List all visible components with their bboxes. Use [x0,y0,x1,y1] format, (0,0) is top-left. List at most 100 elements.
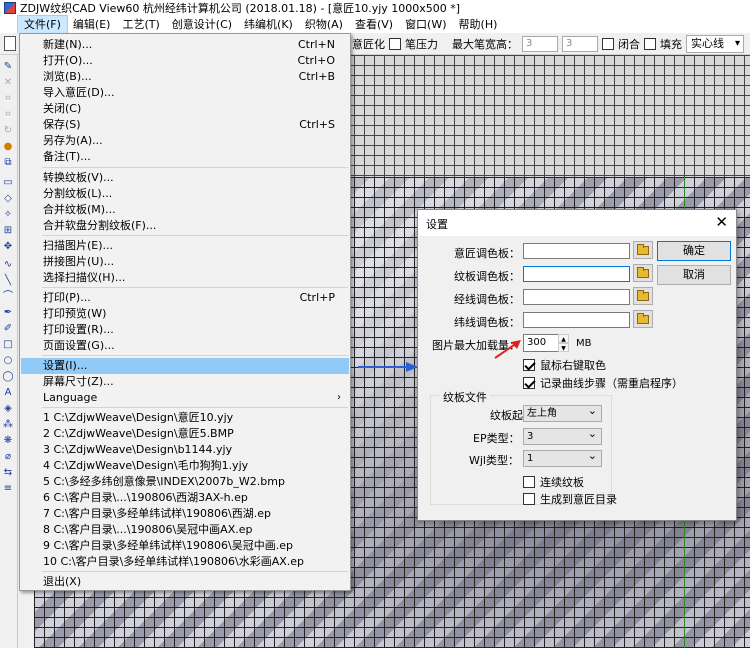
file-menu-item[interactable]: 2 C:\ZdjwWeave\Design\意匠5.BMP [21,426,349,442]
close-shape-checkbox[interactable] [602,38,614,50]
menu-help[interactable]: 帮助(H) [453,16,504,33]
ok-button[interactable]: 确定 [657,241,731,261]
close-icon[interactable]: ✕ [715,213,728,231]
color-tool-icon[interactable]: ● [2,141,14,153]
file-menu-item[interactable]: 屏幕尺寸(Z)... [21,374,349,390]
rectangle-tool-icon[interactable]: □ [2,339,14,351]
file-menu-item[interactable]: 扫描图片(E)... [21,238,349,254]
move-tool-icon[interactable]: ✥ [2,241,14,253]
line-style-select[interactable]: 实心线 [686,35,744,53]
file-menu-item[interactable]: 新建(N)... Ctrl+N [21,37,349,53]
spray-tool-icon[interactable]: ⁂ [2,419,14,431]
card-origin-select[interactable]: 左上角 [523,403,602,422]
pattern-tool-icon[interactable]: ❋ [2,435,14,447]
file-menu-item[interactable]: 1 C:\ZdjwWeave\Design\意匠10.yjy [21,410,349,426]
spin-up-icon[interactable]: ▲ [558,334,569,343]
record-curve-checkbox[interactable] [523,377,535,389]
text-tool-icon[interactable]: A [2,387,14,399]
circle-tool-icon[interactable]: ○ [2,355,14,367]
curve-tool-icon[interactable]: ∿ [2,259,14,271]
brush-tool-icon[interactable]: ✐ [2,323,14,335]
generate-to-dir-checkbox[interactable] [523,493,535,505]
file-menu-item[interactable]: 5 C:\多经多纬创意像景\INDEX\2007b_W2.bmp [21,474,349,490]
record-curve-row[interactable]: 记录曲线步骤（需重启程序） [523,375,683,391]
new-document-icon[interactable] [4,36,16,51]
file-menu-item[interactable]: 10 C:\客户目录\多经单纬试样\190806\水彩画AX.ep [21,554,349,570]
magic-wand-icon[interactable]: ✧ [2,209,14,221]
design-palette-browse-button[interactable] [633,241,653,259]
menu-window[interactable]: 窗口(W) [399,16,452,33]
cancel-button[interactable]: 取消 [657,265,731,285]
file-menu-item[interactable]: 打印设置(R)... [21,322,349,338]
spin-down-icon[interactable]: ▼ [558,343,569,352]
file-menu-item[interactable]: 设置(I)... [21,358,349,374]
menu-craft[interactable]: 工艺(T) [116,16,165,33]
menu-file[interactable]: 文件(F) [17,15,68,34]
fill-checkbox[interactable] [644,38,656,50]
card-palette-field[interactable] [523,266,630,282]
file-menu-item[interactable]: 9 C:\客户目录\多经单纬试样\190806\吴冠中画.ep [21,538,349,554]
menu-view[interactable]: 查看(V) [349,16,399,33]
file-menu-item[interactable]: 3 C:\ZdjwWeave\Design\b1144.yjy [21,442,349,458]
lasso-tool-icon[interactable]: ◇ [2,193,14,205]
weft-palette-field[interactable] [523,312,630,328]
file-menu-item[interactable]: 拼接图片(U)... [21,254,349,270]
width-spinner[interactable]: 3 [522,36,558,52]
select-rect-icon[interactable]: ▭ [2,177,14,189]
generate-to-dir-row[interactable]: 生成到意匠目录 [523,491,617,507]
copy-tool-icon[interactable]: ⧉ [2,157,14,169]
menu-edit[interactable]: 编辑(E) [67,16,117,33]
weft-palette-browse-button[interactable] [633,310,653,328]
continuous-card-checkbox[interactable] [523,476,535,488]
file-menu-item[interactable]: 另存为(A)... [21,133,349,149]
fill-tool-icon[interactable]: ◈ [2,403,14,415]
file-menu-item[interactable]: 选择扫描仪(H)... [21,270,349,286]
file-menu-item[interactable]: 打印预览(W) [21,306,349,322]
line-tool-icon[interactable]: ╲ [2,275,14,287]
warp-palette-browse-button[interactable] [633,287,653,305]
file-menu-item[interactable]: Language › [21,390,349,406]
height-spinner[interactable]: 3 [562,36,598,52]
continuous-card-row[interactable]: 连续纹板 [523,474,584,490]
card-palette-browse-button[interactable] [633,264,653,282]
design-palette-field[interactable] [523,243,630,259]
file-menu-item[interactable]: 4 C:\ZdjwWeave\Design\毛巾狗狗1.yjy [21,458,349,474]
right-click-pick-row[interactable]: 鼠标右键取色 [523,357,606,373]
file-menu-item[interactable]: 保存(S) Ctrl+S [21,117,349,133]
wjl-type-select[interactable]: 1 [523,448,602,467]
file-menu-item[interactable]: 关闭(C) [21,101,349,117]
file-menu-item[interactable]: 合并软盘分割纹板(F)... [21,218,349,234]
warp-palette-field[interactable] [523,289,630,305]
pen-tool-icon[interactable]: ✒ [2,307,14,319]
pencil-tool-icon[interactable]: ✎ [2,61,14,73]
file-menu-item[interactable]: 页面设置(G)... [21,338,349,354]
ep-type-select[interactable]: 3 [523,426,602,445]
file-menu-item[interactable]: 7 C:\客户目录\多经单纬试样\190806\西湖.ep [21,506,349,522]
file-menu-item[interactable]: 打印(P)... Ctrl+P [21,290,349,306]
eraser-tool-icon[interactable]: ✕ [2,77,14,89]
menu-fabric[interactable]: 织物(A) [299,16,349,33]
rotate-tool-icon[interactable]: ↻ [2,125,14,137]
crop-tool-icon[interactable]: ⌗ [2,93,14,105]
polyline-tool-icon[interactable]: ⌒ [2,291,14,303]
ellipse-tool-icon[interactable]: ◯ [2,371,14,383]
right-click-pick-checkbox[interactable] [523,359,535,371]
list-tool-icon[interactable]: ≡ [2,483,14,495]
file-menu-item[interactable]: 6 C:\客户目录\...\190806\西湖3AX-h.ep [21,490,349,506]
file-menu-item[interactable]: 打开(O)... Ctrl+O [21,53,349,69]
file-menu-item[interactable]: 转换纹板(V)... [21,170,349,186]
swap-tool-icon[interactable]: ⇆ [2,467,14,479]
pressure-checkbox[interactable] [389,38,401,50]
max-image-spinner[interactable]: ▲ ▼ [558,334,569,352]
file-menu-item[interactable]: 分割纹板(L)... [21,186,349,202]
file-menu-item[interactable]: 浏览(B)... Ctrl+B [21,69,349,85]
menu-weft-knitting[interactable]: 纬编机(K) [238,16,299,33]
menu-creative-design[interactable]: 创意设计(C) [166,16,238,33]
file-menu-item[interactable]: 退出(X) [21,574,349,590]
file-menu-item[interactable]: 导入意匠(D)... [21,85,349,101]
crop2-tool-icon[interactable]: ⌗ [2,109,14,121]
eyedropper-tool-icon[interactable]: ⌀ [2,451,14,463]
file-menu-item[interactable]: 合并纹板(M)... [21,202,349,218]
grid-tool-icon[interactable]: ⊞ [2,225,14,237]
file-menu-item[interactable]: 8 C:\客户目录\...\190806\吴冠中画AX.ep [21,522,349,538]
